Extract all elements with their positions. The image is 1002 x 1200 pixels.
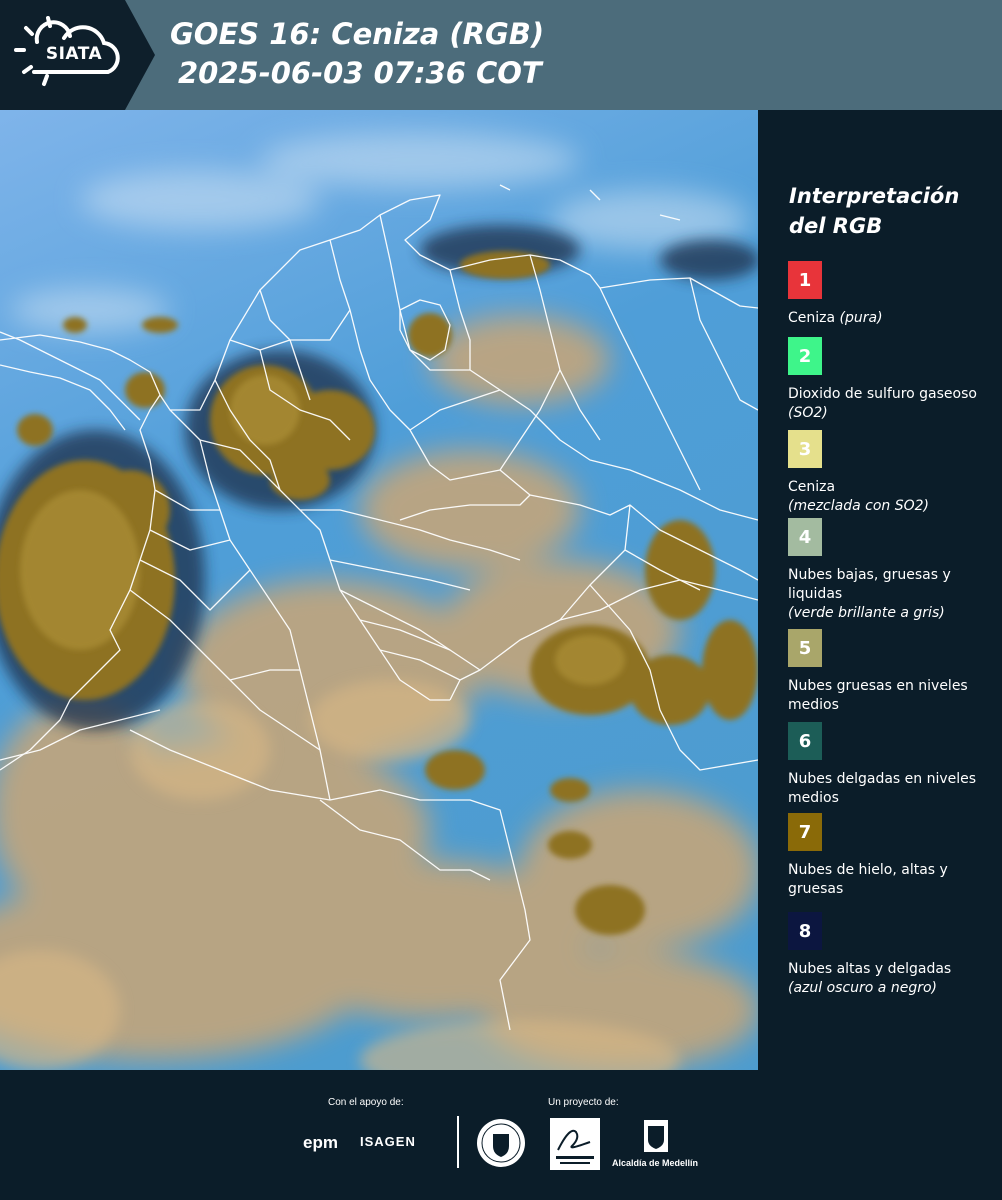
legend-swatch: 1: [788, 261, 822, 299]
footer-divider: [457, 1116, 459, 1168]
isagen-logo: ISAGEN: [360, 1134, 416, 1149]
area-metropolitana-logo: [550, 1118, 600, 1170]
epm-logo: epm: [303, 1133, 338, 1152]
legend-label: Nubes gruesas en niveles medios: [788, 678, 968, 713]
timestamp: 2025-06-03 07:36 COT: [178, 56, 542, 90]
legend-label: Nubes bajas, gruesas y liquidas (verde br…: [788, 567, 951, 621]
legend-item: 5 Nubes gruesas en niveles medios: [788, 629, 988, 715]
legend-swatch: 5: [788, 629, 822, 667]
alcaldia-label: Alcaldía de Medellín: [612, 1158, 699, 1168]
legend-item: 3 Ceniza (mezclada con SO2): [788, 430, 988, 516]
legend-title-line2: del RGB: [789, 214, 883, 238]
alcaldia-shield-icon: [644, 1120, 668, 1152]
legend-item: 4 Nubes bajas, gruesas y liquidas (verde …: [788, 518, 988, 623]
legend-swatch: 6: [788, 722, 822, 760]
legend-label: Nubes altas y delgadas (azul oscuro a neg…: [788, 961, 952, 996]
legend-swatch: 4: [788, 518, 822, 556]
legend-swatch: 8: [788, 912, 822, 950]
support-label: Con el apoyo de:: [328, 1097, 404, 1108]
legend-item: 7 Nubes de hielo, altas y gruesas: [788, 813, 988, 899]
legend-swatch: 2: [788, 337, 822, 375]
legend-title-line1: Interpretación: [789, 184, 960, 208]
legend-swatch: 3: [788, 430, 822, 468]
siata-logo-text: SIATA: [45, 44, 103, 64]
legend-label: Ceniza (pura): [788, 310, 883, 326]
legend-label: Dioxido de sulfuro gaseoso (SO2): [788, 386, 977, 421]
siata-logo: SIATA: [0, 0, 155, 110]
legend-label: Nubes de hielo, altas y gruesas: [788, 862, 948, 897]
legend-swatch: 7: [788, 813, 822, 851]
legend-item: 2 Dioxido de sulfuro gaseoso (SO2): [788, 337, 988, 423]
legend-item: 8 Nubes altas y delgadas (azul oscuro a n…: [788, 912, 988, 998]
legend-label: Ceniza (mezclada con SO2): [788, 479, 930, 514]
legend-title: Interpretación del RGB: [789, 181, 989, 241]
header-bar: SIATA GOES 16: Ceniza (RGB) 2025-06-03 0…: [0, 0, 1002, 110]
legend-label: Nubes delgadas en niveles medios: [788, 771, 977, 806]
product-title: GOES 16: Ceniza (RGB): [170, 17, 545, 51]
legend-item: 1 Ceniza (pura): [788, 261, 988, 328]
project-label: Un proyecto de:: [548, 1097, 619, 1108]
satellite-image: [0, 110, 758, 1070]
legend-item: 6 Nubes delgadas en niveles medios: [788, 722, 988, 808]
antioquia-seal-icon: [477, 1119, 525, 1167]
footer: Con el apoyo de: Un proyecto de: epm ISA…: [0, 1070, 1002, 1200]
